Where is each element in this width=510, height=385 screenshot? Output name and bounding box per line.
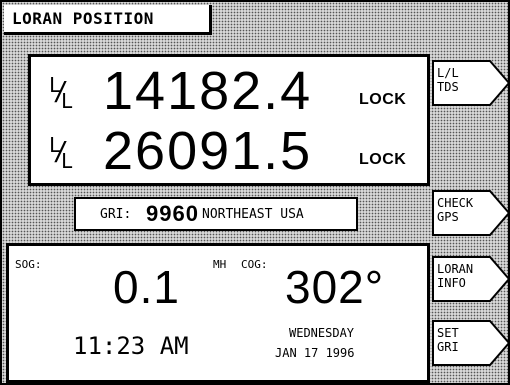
- lop-row-2: L / L 26091.5 LOCK: [49, 121, 407, 181]
- lop-value-1: 14182.4: [103, 61, 313, 121]
- gri-region: NORTHEAST USA: [202, 207, 304, 222]
- softkey-label: CHECK GPS: [437, 196, 474, 224]
- lock-status-1: LOCK: [359, 91, 407, 108]
- gri-label: GRI:: [100, 207, 132, 222]
- navigation-panel: SOG: 0.1 MH COG: 302° 11:23 AM WEDNESDAY…: [6, 243, 430, 383]
- cog-value: 302°: [285, 261, 385, 313]
- softkey-label: LORAN INFO: [437, 262, 474, 290]
- current-date: JAN 17 1996: [275, 346, 355, 360]
- loran-lop-panel: L / L 14182.4 LOCK L / L 26091.5 LOCK: [28, 54, 430, 186]
- sog-unit: MH: [213, 258, 227, 271]
- softkey-set-gri[interactable]: SET GRI: [432, 320, 510, 366]
- lock-status-2: LOCK: [359, 151, 407, 168]
- softkey-check-gps[interactable]: CHECK GPS: [432, 190, 510, 236]
- lop-value-2: 26091.5: [103, 121, 313, 181]
- sog-label: SOG:: [15, 258, 42, 271]
- softkey-label: L/L TDS: [437, 66, 459, 94]
- page-title: LORAN POSITION: [12, 9, 154, 28]
- lop-row-1: L / L 14182.4 LOCK: [49, 61, 407, 121]
- sog-value: 0.1: [113, 261, 180, 313]
- loran-position-screen: LORAN POSITION L / L 14182.4 LOCK L / L 2609…: [0, 0, 510, 385]
- softkey-loran-info[interactable]: LORAN INFO: [432, 256, 510, 302]
- cog-label: COG:: [241, 258, 268, 271]
- gri-panel: GRI: 9960 NORTHEAST USA: [74, 197, 358, 231]
- softkey-label: SET GRI: [437, 326, 459, 354]
- title-tab: LORAN POSITION: [4, 5, 212, 35]
- day-of-week: WEDNESDAY: [289, 326, 355, 340]
- gri-value: 9960: [146, 201, 199, 226]
- clock-time: 11:23 AM: [73, 332, 189, 360]
- softkey-ll-tds[interactable]: L/L TDS: [432, 60, 510, 106]
